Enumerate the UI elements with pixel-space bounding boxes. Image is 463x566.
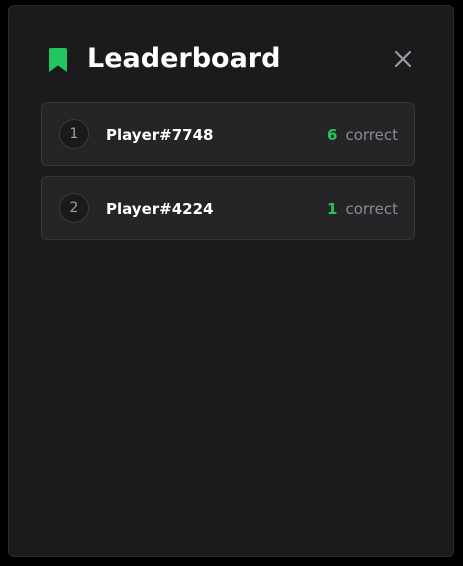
leaderboard-list: 1 Player#7748 6 correct 2 Player#4224 1 co… <box>41 102 415 250</box>
leaderboard-header: Leaderboard <box>9 6 453 114</box>
score-unit: correct <box>345 126 398 144</box>
score-count: 1 <box>327 200 338 218</box>
rank-badge: 2 <box>59 193 89 223</box>
score: 1 correct <box>327 198 398 220</box>
score: 6 correct <box>327 124 398 146</box>
close-icon[interactable] <box>392 48 414 70</box>
score-unit: correct <box>345 200 398 218</box>
rank-badge: 1 <box>59 119 89 149</box>
page-title: Leaderboard <box>87 43 281 74</box>
player-name: Player#4224 <box>106 200 214 218</box>
player-name: Player#7748 <box>106 126 214 144</box>
leaderboard-row: 1 Player#7748 6 correct <box>41 102 415 166</box>
leaderboard-panel: Leaderboard 1 Player#7748 6 correct 2 Pla… <box>8 5 454 557</box>
leaderboard-row: 2 Player#4224 1 correct <box>41 176 415 240</box>
score-count: 6 <box>327 126 338 144</box>
bookmark-icon <box>49 48 67 72</box>
